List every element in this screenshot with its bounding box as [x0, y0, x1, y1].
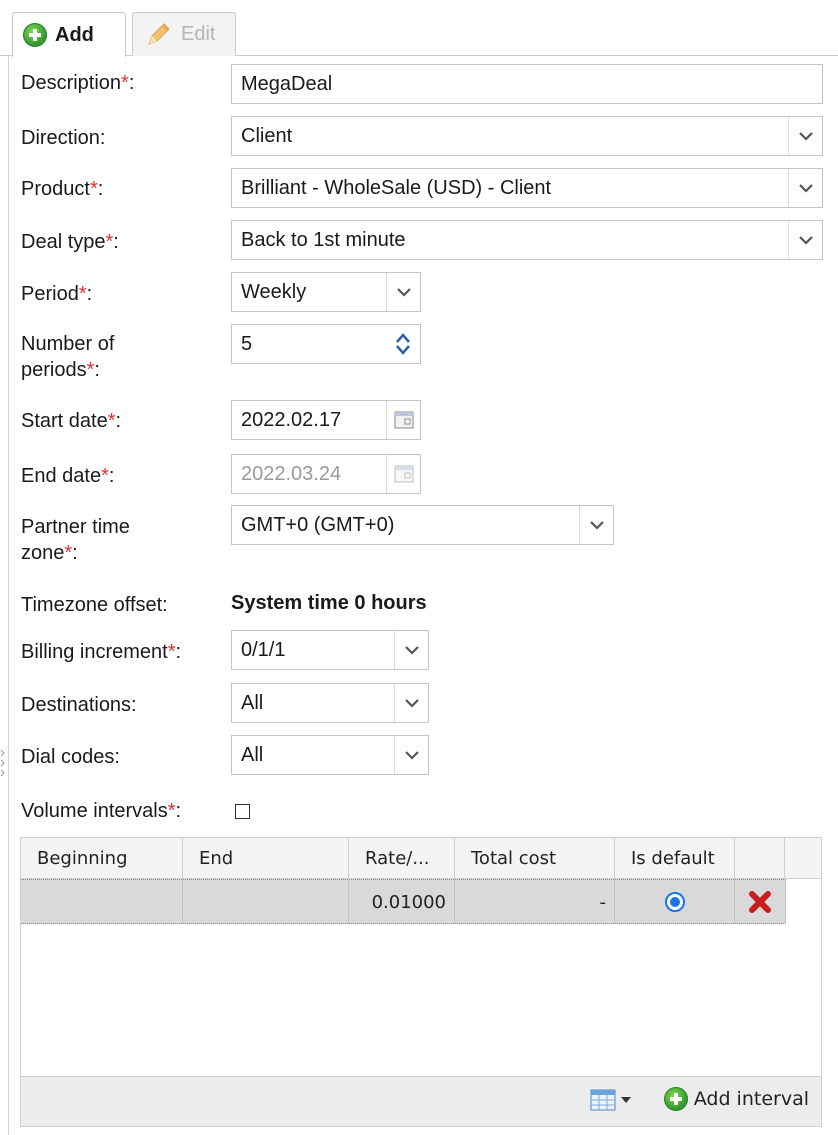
spinner-down-icon[interactable]	[395, 345, 411, 355]
chevron-down-icon	[396, 287, 411, 297]
calendar-icon	[394, 465, 413, 483]
start-date-value: 2022.02.17	[241, 408, 342, 431]
dial-codes-select[interactable]: All	[231, 735, 429, 775]
dial-codes-label: Dial codes:	[21, 746, 120, 768]
number-of-periods-input[interactable]: 5	[231, 324, 421, 364]
start-date-picker-button[interactable]	[386, 401, 420, 439]
product-value: Brilliant - WholeSale (USD) - Client	[241, 176, 552, 199]
plus-circle-icon	[663, 1087, 688, 1111]
add-interval-button[interactable]: Add interval	[663, 1087, 809, 1111]
start-date-input[interactable]: 2022.02.17	[231, 400, 421, 440]
product-label: Product*:	[21, 178, 104, 200]
cell-rate[interactable]: 0.01000	[349, 880, 455, 924]
tab-bar: Add Edit	[0, 0, 838, 57]
table-row[interactable]: 0.01000 -	[21, 879, 786, 924]
destinations-dropdown-button[interactable]	[394, 684, 428, 722]
volume-intervals-label: Volume intervals*:	[21, 800, 182, 822]
radio-selected-icon[interactable]	[664, 892, 685, 912]
number-of-periods-label: Number of periods*:	[21, 333, 115, 381]
deal-type-value: Back to 1st minute	[241, 228, 406, 251]
column-header-beginning[interactable]: Beginning	[21, 838, 183, 879]
splitter-handle-icon[interactable]	[0, 720, 6, 810]
calendar-icon	[394, 411, 413, 429]
delete-x-icon[interactable]	[749, 891, 771, 913]
direction-label: Direction:	[21, 127, 106, 149]
tab-add[interactable]: Add	[12, 12, 126, 57]
volume-intervals-grid: Beginning End Rate/... Total cost Is def…	[20, 837, 822, 1127]
partner-time-zone-select[interactable]: GMT+0 (GMT+0)	[231, 505, 614, 545]
number-of-periods-value: 5	[241, 332, 253, 355]
description-label: Description*:	[21, 72, 135, 94]
dial-codes-value: All	[241, 743, 264, 766]
spinner-up-icon[interactable]	[395, 333, 411, 343]
column-header-is-default[interactable]: Is default	[615, 838, 735, 879]
period-select[interactable]: Weekly	[231, 272, 421, 312]
direction-dropdown-button[interactable]	[788, 117, 822, 155]
chevron-down-icon	[589, 520, 604, 530]
columns-menu-button[interactable]	[590, 1089, 631, 1111]
end-date-input: 2022.03.24	[231, 454, 421, 494]
tab-edit-label: Edit	[181, 23, 216, 45]
cell-delete[interactable]	[735, 880, 786, 924]
end-date-label: End date*:	[21, 465, 115, 487]
end-date-value: 2022.03.24	[241, 462, 342, 485]
partner-time-zone-dropdown-button[interactable]	[579, 506, 613, 544]
timezone-offset-value: System time 0 hours	[231, 592, 427, 614]
end-date-picker-button	[386, 455, 420, 493]
column-header-total-cost[interactable]: Total cost	[455, 838, 615, 879]
chevron-down-icon	[404, 645, 419, 655]
deal-type-dropdown-button[interactable]	[788, 221, 822, 259]
chevron-down-icon	[798, 131, 813, 141]
destinations-value: All	[241, 691, 264, 714]
cell-is-default[interactable]	[615, 880, 735, 924]
direction-select[interactable]: Client	[231, 116, 823, 156]
chevron-down-icon	[798, 235, 813, 245]
destinations-select[interactable]: All	[231, 683, 429, 723]
cell-total-cost: -	[455, 880, 615, 924]
description-input[interactable]: MegaDeal	[231, 64, 823, 104]
pencil-icon	[148, 22, 170, 45]
volume-intervals-checkbox[interactable]	[235, 804, 250, 819]
billing-increment-label: Billing increment*:	[21, 641, 182, 663]
deal-type-select[interactable]: Back to 1st minute	[231, 220, 823, 260]
period-value: Weekly	[241, 280, 307, 303]
chevron-down-icon	[404, 698, 419, 708]
start-date-label: Start date*:	[21, 410, 122, 432]
chevron-down-icon	[404, 750, 419, 760]
product-dropdown-button[interactable]	[788, 169, 822, 207]
direction-value: Client	[241, 124, 293, 147]
billing-increment-value: 0/1/1	[241, 638, 286, 661]
column-header-rate[interactable]: Rate/...	[349, 838, 455, 879]
billing-increment-select[interactable]: 0/1/1	[231, 630, 429, 670]
grid-header: Beginning End Rate/... Total cost Is def…	[21, 838, 821, 879]
caret-down-icon	[621, 1097, 631, 1103]
billing-increment-dropdown-button[interactable]	[394, 631, 428, 669]
chevron-down-icon	[798, 183, 813, 193]
columns-grid-icon	[590, 1089, 616, 1111]
partner-time-zone-value: GMT+0 (GMT+0)	[241, 513, 395, 536]
grid-footer-toolbar: Add interval	[21, 1076, 821, 1126]
timezone-offset-label: Timezone offset:	[21, 594, 168, 616]
tab-add-label: Add	[55, 23, 94, 46]
add-interval-label: Add interval	[693, 1088, 809, 1110]
cell-beginning[interactable]	[21, 880, 183, 924]
column-header-end[interactable]: End	[183, 838, 349, 879]
cell-end[interactable]	[183, 880, 349, 924]
number-of-periods-spinner[interactable]	[386, 325, 420, 363]
product-select[interactable]: Brilliant - WholeSale (USD) - Client	[231, 168, 823, 208]
deal-type-label: Deal type*:	[21, 231, 119, 253]
partner-time-zone-label: Partner time zone*:	[21, 516, 130, 564]
destinations-label: Destinations:	[21, 694, 137, 716]
period-dropdown-button[interactable]	[386, 273, 420, 311]
tab-edit[interactable]: Edit	[132, 12, 236, 56]
period-label: Period*:	[21, 283, 93, 305]
dial-codes-dropdown-button[interactable]	[394, 736, 428, 774]
description-value: MegaDeal	[241, 72, 333, 95]
column-header-actions	[735, 838, 785, 879]
plus-circle-icon	[23, 23, 47, 47]
